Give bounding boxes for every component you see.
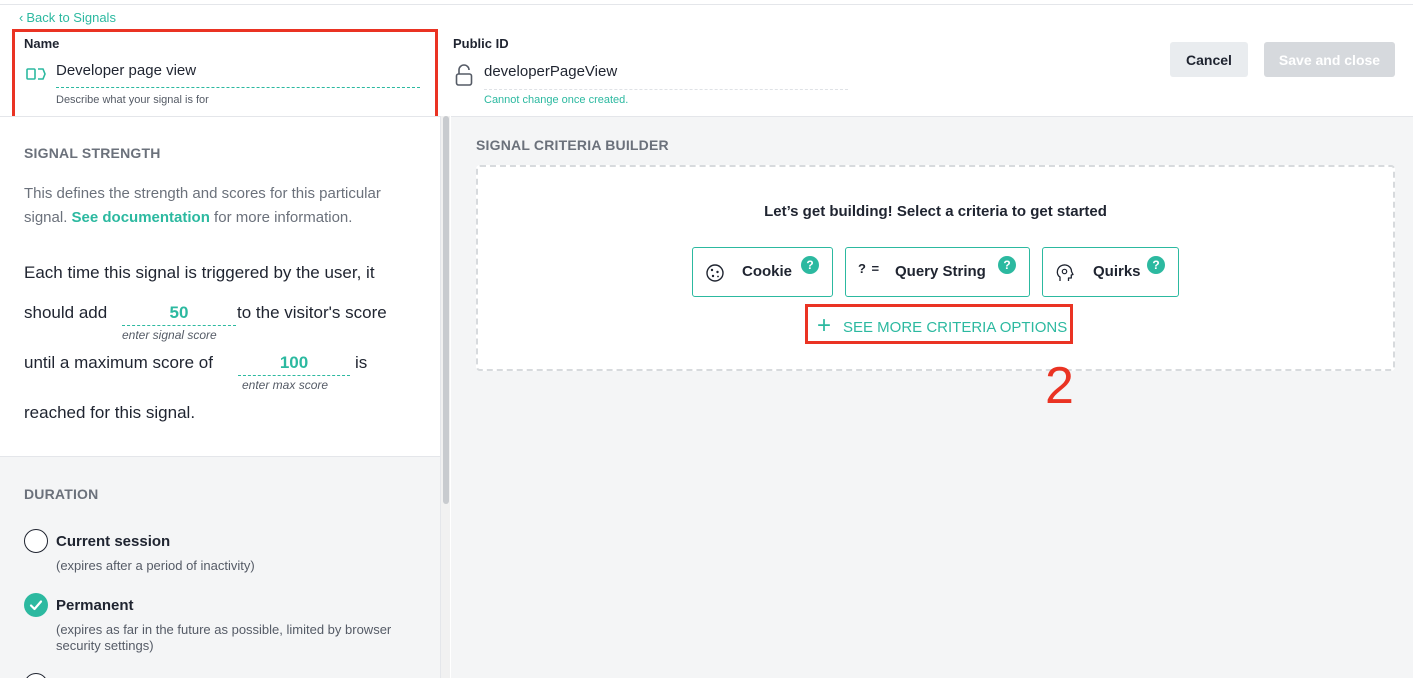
duration-title: DURATION xyxy=(24,486,99,502)
max-score-input[interactable] xyxy=(238,350,350,376)
criteria-query-string-button[interactable]: ? = Query String ? xyxy=(845,247,1030,297)
annotation-box-2 xyxy=(805,304,1073,344)
public-id-note: Cannot change once created. xyxy=(484,94,629,106)
chevron-left-icon: ‹ xyxy=(19,10,24,25)
score-sentence-suffix-1: to the visitor's score xyxy=(237,303,387,322)
signal-score-help: enter signal score xyxy=(122,328,217,342)
score-sentence-line-4: reached for this signal. xyxy=(24,403,196,422)
signal-strength-description: This defines the strength and scores for… xyxy=(24,182,404,230)
annotation-box-1 xyxy=(12,29,438,127)
criteria-cookie-button[interactable]: Cookie ? xyxy=(692,247,833,297)
criteria-quirks-label: Quirks xyxy=(1093,263,1141,280)
radio-label-permanent: Permanent xyxy=(56,597,134,614)
criteria-quirks-button[interactable]: Quirks ? xyxy=(1042,247,1179,297)
sidebar-scrollbar[interactable] xyxy=(440,116,450,678)
query-string-help-icon[interactable]: ? xyxy=(998,256,1016,274)
signal-strength-panel: SIGNAL STRENGTH This defines the strengt… xyxy=(0,117,440,457)
score-sentence-prefix-2: until a maximum score of xyxy=(24,353,213,372)
builder-heading: Let’s get building! Select a criteria to… xyxy=(764,203,1107,220)
left-sidebar: SIGNAL STRENGTH This defines the strengt… xyxy=(0,116,440,678)
score-sentence-prefix-1: should add xyxy=(24,303,108,322)
criteria-query-string-label: Query String xyxy=(895,263,986,280)
radio-sub-permanent: (expires as far in the future as possibl… xyxy=(56,622,392,653)
save-and-close-button[interactable]: Save and close xyxy=(1264,42,1395,77)
cookie-icon xyxy=(706,264,724,282)
criteria-builder-title: SIGNAL CRITERIA BUILDER xyxy=(476,137,669,153)
criteria-builder-panel: SIGNAL CRITERIA BUILDER Let’s get buildi… xyxy=(451,116,1413,678)
public-id-field-group: Public ID developerPageView Cannot chang… xyxy=(453,36,849,106)
signal-score-input[interactable] xyxy=(122,300,236,326)
radio-current-session[interactable] xyxy=(24,529,48,553)
annotation-number-2: 2 xyxy=(1045,357,1074,415)
radio-permanent[interactable] xyxy=(24,593,48,617)
cookie-help-icon[interactable]: ? xyxy=(801,256,819,274)
cancel-button[interactable]: Cancel xyxy=(1170,42,1248,77)
radio-partial-option[interactable] xyxy=(24,673,48,678)
see-documentation-link[interactable]: See documentation xyxy=(72,209,210,226)
radio-label-current-session: Current session xyxy=(56,533,171,550)
sidebar-scrollbar-thumb[interactable] xyxy=(443,116,449,504)
quirks-help-icon[interactable]: ? xyxy=(1147,256,1165,274)
score-sentence-suffix-2: is xyxy=(355,353,368,372)
lock-icon xyxy=(455,64,473,86)
top-divider xyxy=(0,4,1413,5)
criteria-cookie-label: Cookie xyxy=(742,263,793,280)
desc-suffix: for more information. xyxy=(209,209,353,226)
max-score-help: enter max score xyxy=(242,378,329,392)
score-sentence-line-1: Each time this signal is triggered by th… xyxy=(24,263,375,282)
back-to-signals-link[interactable]: ‹ Back to Signals xyxy=(19,10,116,25)
query-string-icon: ? = xyxy=(858,261,881,276)
back-label: Back to Signals xyxy=(26,10,116,25)
public-id-value: developerPageView xyxy=(484,62,848,90)
head-gear-icon xyxy=(1056,264,1074,281)
check-icon xyxy=(29,600,43,611)
signal-strength-title: SIGNAL STRENGTH xyxy=(24,145,161,161)
radio-sub-current-session: (expires after a period of inactivity) xyxy=(56,558,255,573)
public-id-label: Public ID xyxy=(453,36,509,51)
